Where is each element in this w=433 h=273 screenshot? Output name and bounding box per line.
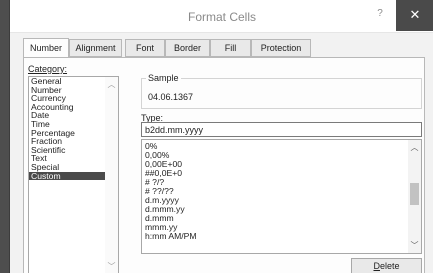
format-item[interactable]: h:mm AM/PM [142,232,421,241]
sample-label: Sample [146,73,181,83]
category-scrollbar[interactable]: ︿ ﹀ [105,77,118,273]
chevron-up-icon[interactable]: ︿ [408,142,421,153]
dialog-title: Format Cells [187,10,256,24]
chevron-up-icon[interactable]: ︿ [105,79,118,90]
tab-number[interactable]: Number [23,38,69,58]
background-window [0,0,9,273]
number-tab-panel: Category: General Number Currency Accoun… [23,57,425,273]
chevron-down-icon[interactable]: ﹀ [408,240,421,251]
category-list[interactable]: General Number Currency Accounting Date … [28,76,119,273]
tab-font[interactable]: Font [125,39,165,57]
title-bar: Format Cells ? ✕ [10,0,433,33]
sample-value: 04.06.1367 [148,92,194,102]
chevron-down-icon[interactable]: ﹀ [105,261,118,272]
close-button[interactable]: ✕ [396,0,433,31]
type-input[interactable] [141,122,422,137]
help-button[interactable]: ? [372,8,388,19]
format-item[interactable]: ##0,0E+0 [142,169,421,178]
format-code-list[interactable]: 0% 0,00% 0,00E+00 ##0,0E+0 # ?/? # ??/??… [141,139,422,254]
tab-border[interactable]: Border [165,39,210,57]
format-item[interactable]: d.mmm.yy [142,205,421,214]
format-item[interactable]: 0% [142,142,421,151]
tab-alignment[interactable]: Alignment [69,39,122,57]
format-list-scrollbar[interactable]: ︿ ﹀ [408,140,421,253]
format-item[interactable]: # ??/?? [142,187,421,196]
tab-fill[interactable]: Fill [210,39,251,57]
close-icon: ✕ [409,7,421,22]
sample-group: Sample 04.06.1367 [141,73,422,109]
format-item[interactable]: d.mmm [142,214,421,223]
format-item[interactable]: 0,00E+00 [142,160,421,169]
format-item[interactable]: # ?/? [142,178,421,187]
format-item[interactable]: 0,00% [142,151,421,160]
tab-protection[interactable]: Protection [251,39,311,57]
scrollbar-thumb[interactable] [410,183,419,205]
category-label: Category: [28,64,68,74]
delete-button[interactable]: Delete [351,258,422,273]
format-cells-dialog: Format Cells ? ✕ Number Alignment Font B… [9,0,433,273]
